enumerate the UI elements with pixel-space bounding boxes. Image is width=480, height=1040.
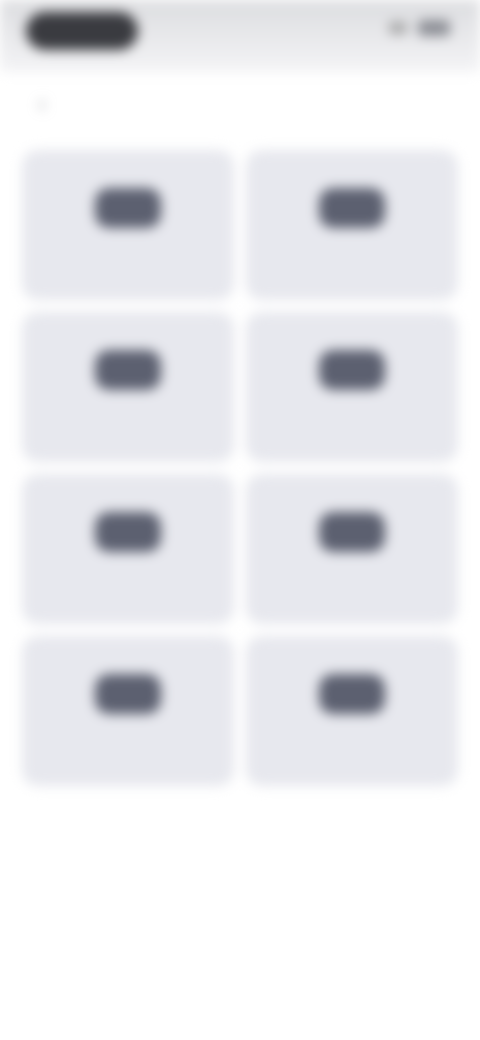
menu-grid [22, 150, 458, 786]
signal-icon [390, 22, 410, 34]
back-button[interactable]: ‹ [26, 88, 58, 120]
status-icons [390, 20, 450, 36]
menu-tile[interactable] [246, 150, 458, 300]
tile-icon [319, 512, 385, 552]
tile-icon [319, 674, 385, 714]
app-screen: ‹ [0, 0, 480, 1040]
menu-tile[interactable] [246, 474, 458, 624]
tile-icon [319, 188, 385, 228]
status-bar [0, 0, 480, 72]
menu-tile[interactable] [22, 474, 234, 624]
tile-icon [319, 350, 385, 390]
back-icon: ‹ [38, 91, 46, 116]
tile-icon [95, 350, 161, 390]
tile-icon [95, 674, 161, 714]
menu-tile[interactable] [246, 312, 458, 462]
status-time [26, 12, 138, 50]
menu-tile[interactable] [22, 636, 234, 786]
header: ‹ [0, 72, 480, 136]
tile-icon [95, 512, 161, 552]
tile-icon [95, 188, 161, 228]
menu-tile[interactable] [246, 636, 458, 786]
menu-tile[interactable] [22, 312, 234, 462]
menu-tile[interactable] [22, 150, 234, 300]
battery-icon [418, 20, 450, 36]
